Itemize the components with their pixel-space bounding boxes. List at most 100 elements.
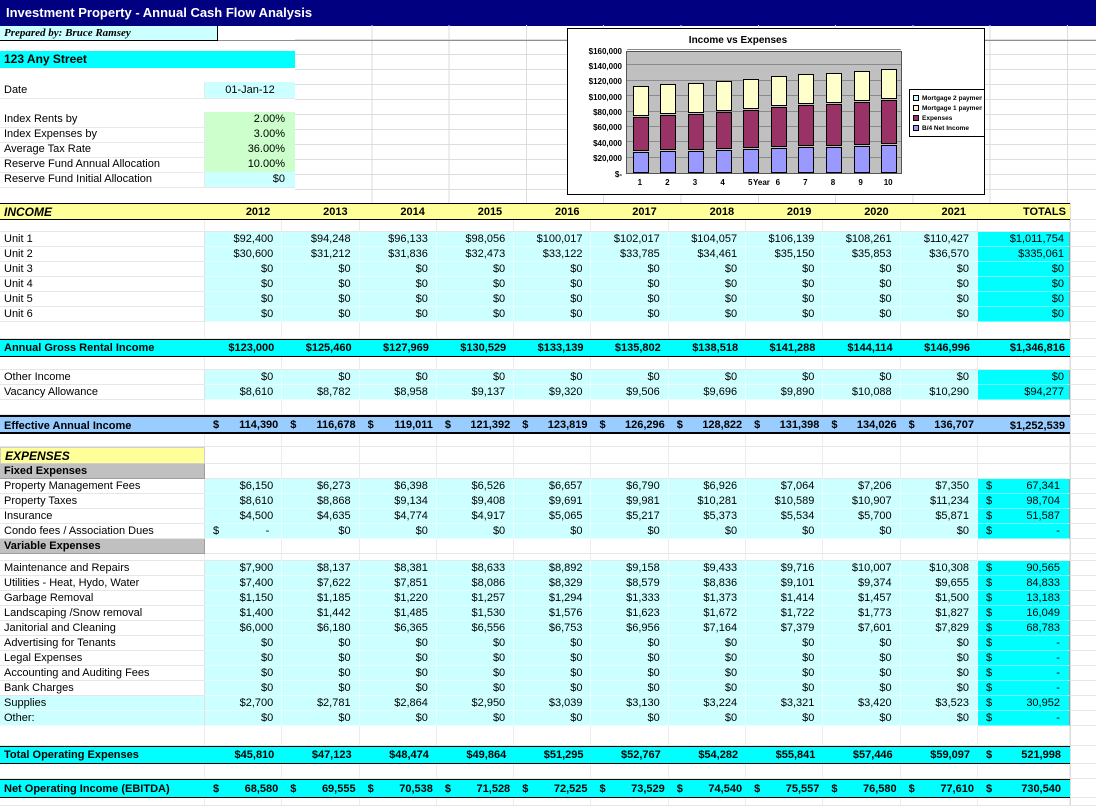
value-cell[interactable]: $0 [823, 262, 900, 277]
total-cell[interactable]: $68,783 [978, 621, 1070, 636]
value-cell[interactable]: $10,088 [823, 385, 900, 400]
summary-value-cell[interactable]: $126,296 [591, 415, 668, 434]
value-cell[interactable]: $0 [205, 711, 282, 726]
value-cell[interactable]: $10,907 [823, 494, 900, 509]
row-label[interactable]: Unit 2 [0, 247, 205, 262]
value-cell[interactable]: $0 [360, 262, 437, 277]
value-cell[interactable]: $0 [514, 524, 591, 539]
value-cell[interactable]: $0 [282, 277, 359, 292]
value-cell[interactable]: $10,308 [901, 561, 978, 576]
row-label[interactable]: Advertising for Tenants [0, 636, 205, 651]
value-cell[interactable]: $0 [823, 681, 900, 696]
value-cell[interactable]: $8,633 [437, 561, 514, 576]
total-cell[interactable]: $94,277 [978, 385, 1070, 400]
value-cell[interactable]: $1,773 [823, 606, 900, 621]
value-cell[interactable]: $0 [514, 370, 591, 385]
value-cell[interactable]: $0 [205, 651, 282, 666]
summary-total-cell[interactable]: $521,998 [978, 746, 1070, 764]
year-column-header[interactable]: 2020 [823, 203, 900, 220]
value-cell[interactable]: $3,130 [591, 696, 668, 711]
value-cell[interactable]: $31,836 [360, 247, 437, 262]
value-cell[interactable]: $1,150 [205, 591, 282, 606]
value-cell[interactable]: $0 [437, 307, 514, 322]
year-column-header[interactable]: 2012 [205, 203, 282, 220]
row-label[interactable]: Janitorial and Cleaning [0, 621, 205, 636]
summary-value-cell[interactable]: $123,819 [514, 415, 591, 434]
value-cell[interactable]: $1,220 [360, 591, 437, 606]
value-cell[interactable]: $0 [669, 370, 746, 385]
value-cell[interactable]: $7,379 [746, 621, 823, 636]
value-cell[interactable]: $108,261 [823, 232, 900, 247]
value-cell[interactable]: $0 [514, 277, 591, 292]
value-cell[interactable]: $5,700 [823, 509, 900, 524]
assumption-value-cell[interactable]: 3.00% [205, 127, 295, 143]
value-cell[interactable]: $0 [360, 277, 437, 292]
value-cell[interactable]: $0 [901, 292, 978, 307]
value-cell[interactable]: $0 [823, 277, 900, 292]
total-cell[interactable]: $67,341 [978, 479, 1070, 494]
prepared-by-cell[interactable]: Prepared by: Bruce Ramsey [0, 26, 218, 41]
year-column-header[interactable]: 2016 [514, 203, 591, 220]
value-cell[interactable]: $0 [669, 651, 746, 666]
value-cell[interactable]: $0 [669, 524, 746, 539]
value-cell[interactable]: $1,530 [437, 606, 514, 621]
total-cell[interactable]: $90,565 [978, 561, 1070, 576]
value-cell[interactable]: $0 [591, 524, 668, 539]
value-cell[interactable]: $0 [282, 681, 359, 696]
value-cell[interactable]: $104,057 [669, 232, 746, 247]
value-cell[interactable]: $6,000 [205, 621, 282, 636]
value-cell[interactable]: $0 [746, 666, 823, 681]
value-cell[interactable]: $0 [514, 651, 591, 666]
value-cell[interactable]: $0 [282, 666, 359, 681]
value-cell[interactable]: $102,017 [591, 232, 668, 247]
value-cell[interactable]: $8,782 [282, 385, 359, 400]
row-label[interactable]: Vacancy Allowance [0, 385, 205, 400]
date-value-cell[interactable]: 01-Jan-12 [205, 82, 295, 99]
value-cell[interactable]: $9,158 [591, 561, 668, 576]
summary-value-cell[interactable]: $69,555 [282, 779, 359, 798]
value-cell[interactable]: $1,457 [823, 591, 900, 606]
value-cell[interactable]: $98,056 [437, 232, 514, 247]
summary-value-cell[interactable]: $116,678 [282, 415, 359, 434]
value-cell[interactable]: $3,523 [901, 696, 978, 711]
value-cell[interactable]: $0 [360, 370, 437, 385]
value-cell[interactable]: $0 [591, 370, 668, 385]
value-cell[interactable]: $100,017 [514, 232, 591, 247]
value-cell[interactable]: $0 [437, 370, 514, 385]
value-cell[interactable]: $35,853 [823, 247, 900, 262]
value-cell[interactable]: $0 [360, 524, 437, 539]
value-cell[interactable]: $0 [282, 711, 359, 726]
value-cell[interactable]: $9,716 [746, 561, 823, 576]
value-cell[interactable]: $9,134 [360, 494, 437, 509]
value-cell[interactable]: $3,420 [823, 696, 900, 711]
value-cell[interactable]: $9,890 [746, 385, 823, 400]
year-column-header[interactable]: 2019 [746, 203, 823, 220]
value-cell[interactable]: $0 [205, 262, 282, 277]
value-cell[interactable]: $0 [360, 651, 437, 666]
value-cell[interactable]: $0 [746, 711, 823, 726]
value-cell[interactable]: $7,601 [823, 621, 900, 636]
value-cell[interactable]: $9,696 [669, 385, 746, 400]
summary-value-cell[interactable]: $71,528 [437, 779, 514, 798]
value-cell[interactable]: $4,774 [360, 509, 437, 524]
value-cell[interactable]: $0 [901, 524, 978, 539]
value-cell[interactable]: $9,101 [746, 576, 823, 591]
value-cell[interactable]: $8,610 [205, 385, 282, 400]
summary-total-cell[interactable]: $730,540 [978, 779, 1070, 798]
year-column-header[interactable]: 2015 [437, 203, 514, 220]
total-cell[interactable]: $- [978, 651, 1070, 666]
value-cell[interactable]: $8,958 [360, 385, 437, 400]
value-cell[interactable]: $0 [901, 651, 978, 666]
value-cell[interactable]: $0 [282, 636, 359, 651]
value-cell[interactable]: $4,500 [205, 509, 282, 524]
value-cell[interactable]: $1,185 [282, 591, 359, 606]
value-cell[interactable]: $0 [282, 370, 359, 385]
total-cell[interactable]: $- [978, 681, 1070, 696]
value-cell[interactable]: $0 [514, 307, 591, 322]
summary-value-cell[interactable]: $125,460 [282, 339, 359, 357]
value-cell[interactable]: $4,635 [282, 509, 359, 524]
value-cell[interactable]: $1,400 [205, 606, 282, 621]
summary-value-cell[interactable]: $135,802 [591, 339, 668, 357]
row-label[interactable]: Condo fees / Association Dues [0, 524, 205, 539]
value-cell[interactable]: $10,007 [823, 561, 900, 576]
